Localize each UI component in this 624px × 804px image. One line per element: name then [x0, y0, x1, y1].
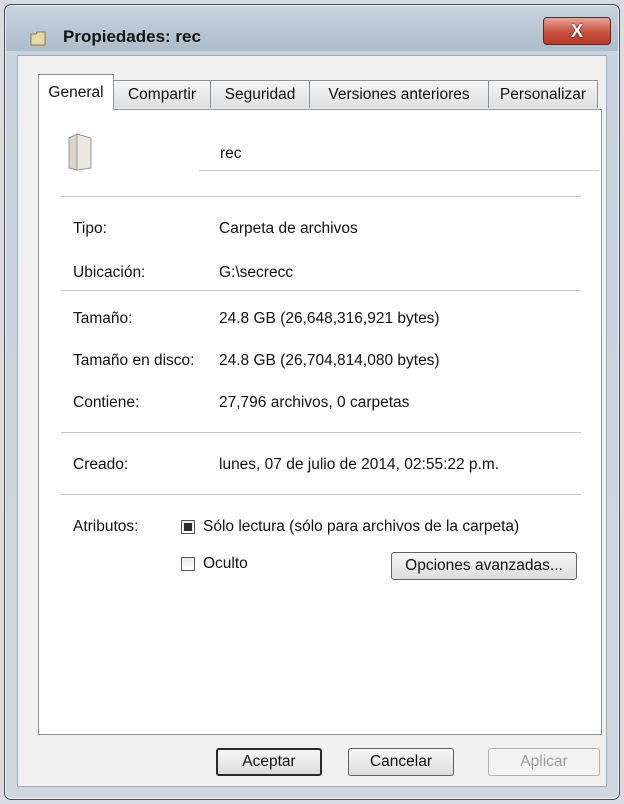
- type-value: Carpeta de archivos: [219, 220, 358, 237]
- location-label: Ubicación:: [73, 264, 146, 281]
- created-value: lunes, 07 de julio de 2014, 02:55:22 p.m…: [219, 456, 500, 473]
- advanced-options-button[interactable]: Opciones avanzadas...: [391, 552, 577, 580]
- dialog-client: General Compartir Seguridad Versiones an…: [17, 55, 607, 787]
- created-label: Creado:: [73, 456, 129, 473]
- folder-name-field[interactable]: rec: [199, 142, 599, 171]
- ok-button[interactable]: Aceptar: [216, 748, 322, 776]
- separator: [61, 432, 581, 433]
- readonly-label[interactable]: Sólo lectura (sólo para archivos de la c…: [203, 518, 519, 536]
- contains-value: 27,796 archivos, 0 carpetas: [219, 394, 410, 411]
- tab-personalizar[interactable]: Personalizar: [488, 80, 598, 108]
- close-button[interactable]: X: [543, 17, 611, 45]
- location-value: G:\secrecc: [219, 264, 294, 281]
- separator: [61, 196, 581, 197]
- tab-general[interactable]: General: [38, 74, 114, 110]
- hidden-label[interactable]: Oculto: [203, 555, 248, 573]
- tab-seguridad[interactable]: Seguridad: [210, 80, 310, 108]
- general-panel: rec Tipo: Carpeta de archivos Ubicación:…: [38, 109, 602, 735]
- size-label: Tamaño:: [73, 310, 133, 327]
- disk-size-value: 24.8 GB (26,704,814,080 bytes): [219, 352, 440, 369]
- type-label: Tipo:: [73, 220, 107, 237]
- disk-size-label: Tamaño en disco:: [73, 352, 195, 369]
- folder-icon: [30, 31, 46, 46]
- cancel-button[interactable]: Cancelar: [348, 748, 454, 776]
- window-title: Propiedades: rec: [63, 27, 201, 46]
- tab-compartir[interactable]: Compartir: [113, 80, 211, 108]
- apply-button[interactable]: Aplicar: [488, 748, 600, 776]
- contains-label: Contiene:: [73, 394, 140, 411]
- hidden-checkbox[interactable]: [181, 557, 195, 571]
- close-icon: X: [570, 20, 583, 41]
- separator: [61, 494, 581, 495]
- properties-window: Propiedades: rec X General Compartir Seg…: [4, 4, 620, 800]
- readonly-checkbox[interactable]: [181, 520, 195, 534]
- tab-versiones-anteriores[interactable]: Versiones anteriores: [309, 80, 489, 108]
- size-value: 24.8 GB (26,648,316,921 bytes): [219, 310, 440, 327]
- attributes-label: Atributos:: [73, 518, 139, 535]
- folder-name: rec: [220, 145, 242, 162]
- folder-icon: [68, 133, 92, 171]
- separator: [61, 290, 581, 291]
